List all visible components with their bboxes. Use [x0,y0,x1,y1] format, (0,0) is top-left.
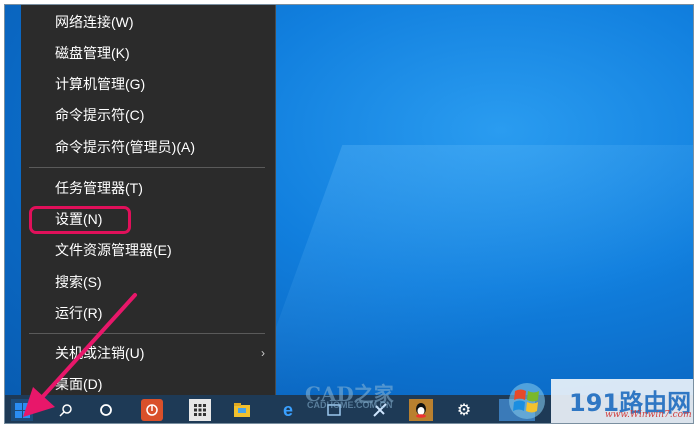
annotation-arrow [23,293,137,417]
win7-logo-icon [505,381,549,421]
chevron-right-icon: › [261,346,265,360]
settings-highlight-box [29,206,131,234]
folder-icon[interactable] [231,399,253,421]
menu-item-task-manager[interactable]: 任务管理器(T) [21,173,275,203]
watermark-site-url: www.Winwin7.com [605,410,692,420]
menu-item-computer-management[interactable]: 计算机管理(G) [21,69,275,99]
menu-item-file-explorer[interactable]: 文件资源管理器(E) [21,235,275,265]
menu-item-command-prompt-admin[interactable]: 命令提示符(管理员)(A) [21,132,275,162]
wallpaper-light-beam [247,145,693,405]
watermark-191-panel: 191路由网 www.Winwin7.com [551,379,693,423]
screenshot-frame: 网络连接(W) 磁盘管理(K) 计算机管理(G) 命令提示符(C) 命令提示符(… [4,4,694,424]
menu-separator [29,167,265,168]
menu-item-command-prompt[interactable]: 命令提示符(C) [21,100,275,130]
settings-gear-icon[interactable]: ⚙ [453,399,475,421]
edge-icon[interactable]: e [277,399,299,421]
watermark-cad-url: CADHOME.COM.CN [307,400,393,410]
grid-app-icon[interactable] [189,399,211,421]
menu-item-network-connections[interactable]: 网络连接(W) [21,7,275,37]
menu-item-disk-management[interactable]: 磁盘管理(K) [21,38,275,68]
qq-icon[interactable] [409,399,433,421]
